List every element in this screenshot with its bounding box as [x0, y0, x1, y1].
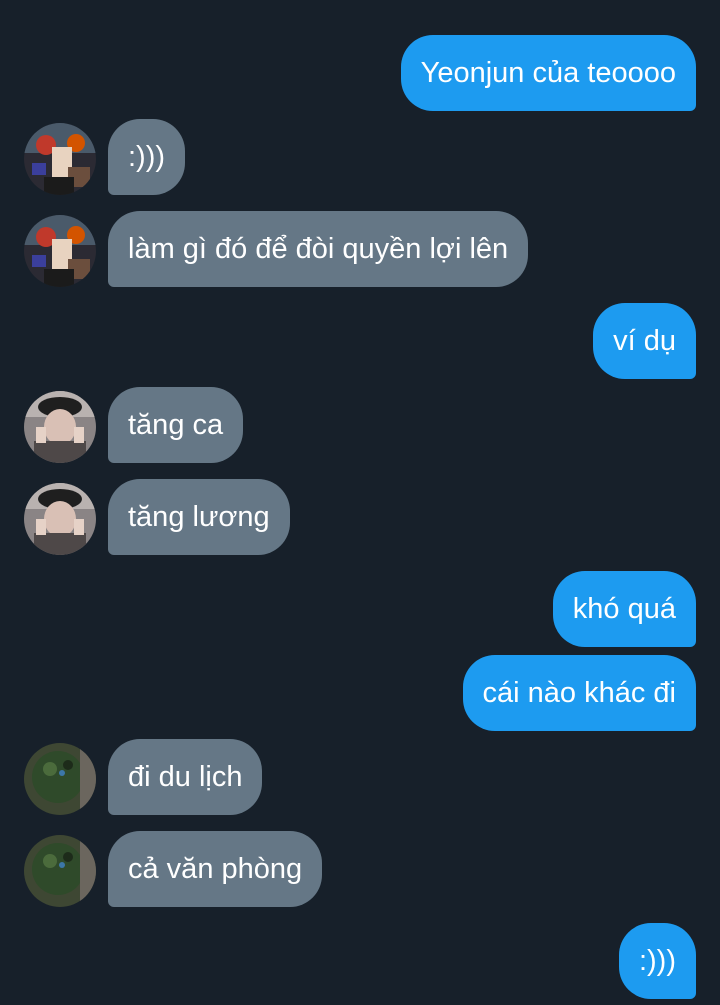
- message-bubble-outgoing[interactable]: ví dụ: [593, 303, 696, 379]
- message-bubble-outgoing[interactable]: khó quá: [552, 571, 696, 647]
- message-bubble-incoming[interactable]: tăng ca: [108, 387, 244, 463]
- avatar[interactable]: [24, 483, 96, 555]
- message-bubble-outgoing[interactable]: :))): [618, 923, 696, 999]
- message-bubble-outgoing[interactable]: cái nào khác đi: [462, 655, 696, 731]
- avatar-green-icon: [24, 835, 96, 907]
- message-bubble-incoming[interactable]: làm gì đó để đòi quyền lợi lên: [108, 211, 529, 287]
- avatar[interactable]: [24, 123, 96, 195]
- avatar-green-icon: [24, 743, 96, 815]
- message-bubble-incoming[interactable]: cả văn phòng: [108, 831, 323, 907]
- avatar[interactable]: [24, 215, 96, 287]
- message-bubble-incoming[interactable]: :))): [108, 119, 186, 195]
- avatar[interactable]: [24, 835, 96, 907]
- avatar-anime-icon: [24, 123, 96, 195]
- avatar-cap-icon: [24, 483, 96, 555]
- avatar-cap-icon: [24, 391, 96, 463]
- avatar[interactable]: [24, 743, 96, 815]
- chat-thread: Yeonjun của teoooo :))) làm gì đó để đòi…: [0, 0, 720, 1005]
- message-bubble-incoming[interactable]: tăng lương: [108, 479, 290, 555]
- avatar[interactable]: [24, 391, 96, 463]
- avatar-anime-icon: [24, 215, 96, 287]
- message-bubble-outgoing[interactable]: Yeonjun của teoooo: [400, 35, 696, 111]
- message-bubble-incoming[interactable]: đi du lịch: [108, 739, 263, 815]
